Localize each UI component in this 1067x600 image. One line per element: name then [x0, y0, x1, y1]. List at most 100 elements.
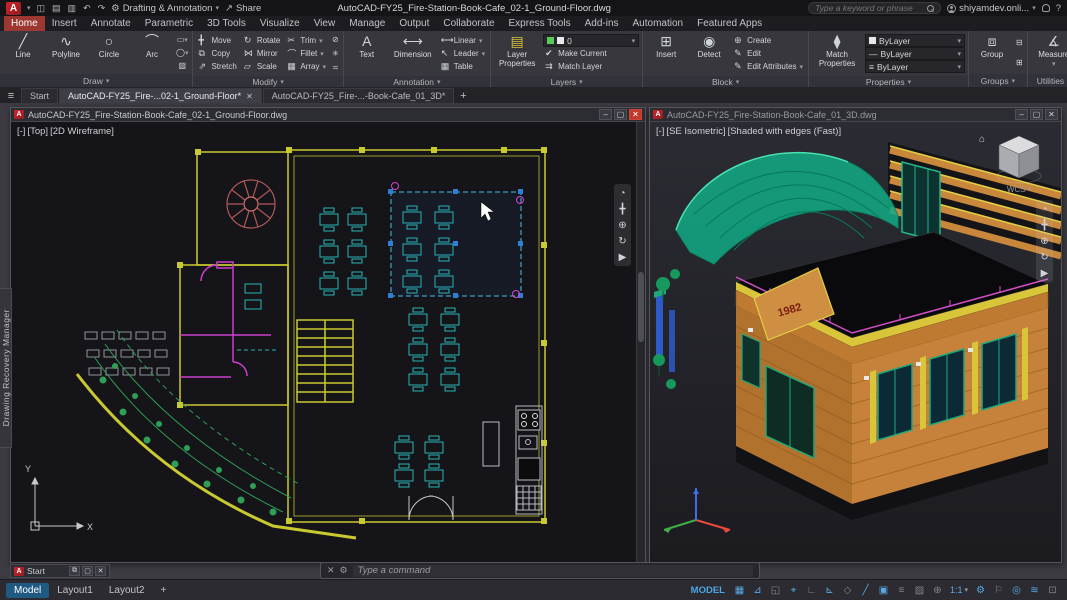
orbit-icon[interactable]: ↻ — [1040, 251, 1048, 263]
command-close-icon[interactable]: ✕ — [327, 565, 335, 576]
app-menu-caret-icon[interactable]: ▾ — [27, 4, 31, 12]
window-restore-icon[interactable]: ▢ — [614, 109, 627, 120]
ribbon-tab-insert[interactable]: Insert — [45, 16, 84, 31]
app-logo[interactable]: A — [6, 2, 21, 15]
panel-label-utilities[interactable]: Utilities▾ — [1028, 74, 1067, 87]
selection-cycling-icon[interactable]: ⊕ — [929, 583, 946, 598]
minimized-start-window[interactable]: A Start ⧉ ▢ ✕ — [10, 564, 110, 578]
workspace-switching-icon[interactable]: ⚙ — [972, 583, 989, 598]
share-button[interactable]: ↗ Share — [225, 3, 261, 14]
zoom-icon[interactable]: ⊕ — [618, 219, 626, 231]
file-tab-3d[interactable]: AutoCAD-FY25_Fire-...-Book-Cafe_01_3D* — [263, 88, 455, 103]
annotation-scale-button[interactable]: 1:1▾ — [947, 585, 971, 595]
window-close-icon[interactable]: ✕ — [1045, 109, 1058, 120]
create-block-button[interactable]: ⊕Create — [732, 34, 805, 47]
account-menu[interactable]: shiyamdev.onli... ▾ — [947, 3, 1036, 14]
save-icon[interactable]: ◫ — [37, 3, 46, 14]
transparency-icon[interactable]: ▨ — [911, 583, 928, 598]
viewcube[interactable]: ⌂ WCS▾ — [993, 132, 1045, 194]
panel-label-annotation[interactable]: Annotation▾ — [344, 76, 490, 87]
polar-tracking-icon[interactable]: ⊾ — [821, 583, 838, 598]
ribbon-tab-home[interactable]: Home — [4, 16, 45, 31]
explode-button[interactable]: ✳ — [332, 48, 339, 59]
viewcube-home-icon[interactable]: ⌂ — [979, 134, 985, 145]
panel-label-block[interactable]: Block▾ — [643, 76, 808, 87]
window-minimize-icon[interactable]: – — [1015, 109, 1028, 120]
wcs-menu[interactable]: WCS▾ — [1007, 185, 1031, 194]
infer-constraints-icon[interactable]: ◱ — [767, 583, 784, 598]
offset-button[interactable]: ≍ — [332, 62, 339, 73]
window-close-icon[interactable]: ✕ — [95, 566, 106, 576]
leader-button[interactable]: ↖Leader▾ — [439, 47, 487, 60]
pan-icon[interactable]: ╋ — [1041, 219, 1047, 231]
insert-button[interactable]: ⊞Insert — [646, 33, 686, 74]
ribbon-tab-manage[interactable]: Manage — [342, 16, 392, 31]
ribbon-tab-output[interactable]: Output — [392, 16, 436, 31]
window-close-icon[interactable]: ✕ — [629, 109, 642, 120]
table-button[interactable]: ▦Table — [439, 60, 487, 73]
pan-icon[interactable]: ╋ — [619, 203, 625, 215]
match-properties-button[interactable]: ⧫Match Properties — [812, 33, 862, 74]
object-snap-tracking-icon[interactable]: ╱ — [857, 583, 874, 598]
dynamic-input-icon[interactable]: ⌖ — [785, 583, 802, 598]
dimension-button[interactable]: ⟷Dimension — [390, 33, 436, 74]
viewport-menu[interactable]: [-] — [656, 126, 664, 137]
ribbon-tab-view[interactable]: View — [307, 16, 343, 31]
panel-label-layers[interactable]: Layers▾ — [491, 76, 642, 87]
undo-icon[interactable]: ↶ — [83, 3, 91, 14]
search-icon[interactable] — [927, 5, 934, 12]
grid-icon[interactable]: ▦ — [731, 583, 748, 598]
erase-button[interactable]: ⊘ — [332, 34, 339, 45]
circle-button[interactable]: ○Circle — [89, 33, 129, 72]
file-tab-start[interactable]: Start — [21, 88, 58, 103]
clean-screen-icon[interactable]: ⊡ — [1044, 583, 1061, 598]
lineweight-display-icon[interactable]: ≡ — [893, 583, 910, 598]
showmotion-icon[interactable]: ▶ — [619, 251, 627, 263]
array-button[interactable]: ▦Array▾ — [285, 60, 328, 73]
line-button[interactable]: ╱Line — [3, 33, 43, 72]
model-space-toggle[interactable]: MODEL — [691, 585, 725, 596]
zoom-icon[interactable]: ⊕ — [1040, 235, 1048, 247]
plot-icon[interactable]: ▥ — [68, 3, 77, 14]
group-edit-button[interactable]: ⊞ — [1016, 57, 1023, 68]
visual-style-control[interactable]: [2D Wireframe] — [50, 126, 114, 137]
ribbon-tab-add-ins[interactable]: Add-ins — [578, 16, 626, 31]
move-button[interactable]: ╋Move — [196, 34, 238, 47]
new-drawing-icon[interactable]: + — [455, 88, 471, 103]
make-current-button[interactable]: ✔Make Current — [543, 47, 639, 60]
object-snap-icon[interactable]: ▣ — [875, 583, 892, 598]
fillet-button[interactable]: ⌒Fillet▾ — [285, 47, 328, 60]
window-restore-icon[interactable]: ⧉ — [69, 566, 80, 576]
open-icon[interactable]: ▤ — [52, 3, 61, 14]
file-tab-ground-floor[interactable]: AutoCAD-FY25_Fire-...02-1_Ground-Floor*✕ — [59, 88, 262, 103]
window-3d-titlebar[interactable]: A AutoCAD-FY25_Fire-Station-Book-Cafe_01… — [650, 108, 1061, 122]
panel-label-modify[interactable]: Modify▾ — [193, 76, 342, 87]
ribbon-tab-annotate[interactable]: Annotate — [84, 16, 138, 31]
match-layer-button[interactable]: ⇉Match Layer — [543, 60, 639, 73]
help-icon[interactable]: ? — [1056, 3, 1061, 14]
redo-icon[interactable]: ↷ — [98, 3, 106, 14]
ellipse-flyout[interactable]: ◯▾ — [176, 47, 188, 58]
hatch-button[interactable]: ▨ — [176, 60, 188, 71]
isolate-objects-icon[interactable]: ◎ — [1008, 583, 1025, 598]
ribbon-tab-express-tools[interactable]: Express Tools — [502, 16, 578, 31]
file-tab-menu-icon[interactable]: ≡ — [2, 88, 20, 103]
annotation-monitor-icon[interactable]: ⚐ — [990, 583, 1007, 598]
trim-button[interactable]: ✂Trim▾ — [285, 34, 328, 47]
drawing-recovery-palette-tab[interactable]: Drawing Recovery Manager — [0, 288, 12, 448]
graphics-performance-icon[interactable]: ≋ — [1026, 583, 1043, 598]
ungroup-button[interactable]: ⊟ — [1016, 37, 1023, 48]
workspace-selector[interactable]: ⚙ Drafting & Annotation ▾ — [111, 3, 219, 14]
ribbon-tab-collaborate[interactable]: Collaborate — [436, 16, 501, 31]
window-restore-icon[interactable]: ▢ — [1030, 109, 1043, 120]
close-tab-icon[interactable]: ✕ — [246, 92, 253, 101]
text-button[interactable]: AText — [347, 33, 387, 74]
drawing-canvas-2d[interactable]: [-] [Top] [2D Wireframe] — [11, 122, 645, 562]
lineweight-select[interactable]: ≡ ByLayer ▾ — [865, 60, 965, 73]
group-button[interactable]: ⧈Group — [972, 33, 1012, 72]
scale-button[interactable]: ▱Scale — [242, 60, 283, 73]
panel-label-groups[interactable]: Groups▾ — [969, 74, 1027, 87]
layer-select[interactable]: 0 ▾ — [543, 34, 639, 47]
ribbon-tab-featured-apps[interactable]: Featured Apps — [690, 16, 769, 31]
layer-properties-button[interactable]: ▤Layer Properties — [494, 33, 540, 74]
